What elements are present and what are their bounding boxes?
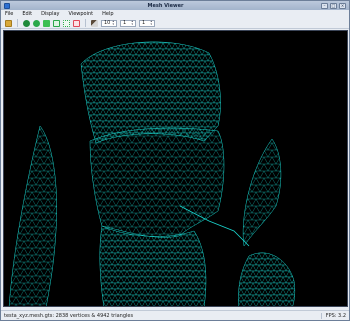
points-icon[interactable] xyxy=(63,19,70,27)
toolbar-separator xyxy=(17,19,18,27)
spinbox-arrows-icon[interactable]: ▴ ▾ xyxy=(112,20,114,26)
menu-display[interactable]: Display xyxy=(41,11,59,17)
spinbox-2[interactable]: 1 ▴ ▾ xyxy=(120,19,136,27)
fps-readout: FPS: 3.2 xyxy=(320,312,346,319)
maximize-button[interactable]: □ xyxy=(330,2,337,9)
spinbox-3[interactable]: 1 ▴ ▾ xyxy=(139,19,155,27)
light-icon[interactable] xyxy=(91,19,98,27)
3d-viewport[interactable] xyxy=(3,30,348,307)
menu-bar: File Edit Display Viewpoint Help xyxy=(1,10,349,18)
solid-shading-icon[interactable] xyxy=(23,19,30,27)
smooth-shading-icon[interactable] xyxy=(33,19,40,27)
status-text: testa_xyz.mesh.gts: 2838 vertices & 4942… xyxy=(4,312,134,319)
app-window: Mesh Viewer – □ × File Edit Display View… xyxy=(0,0,350,321)
close-button[interactable]: × xyxy=(339,2,346,9)
menu-edit[interactable]: Edit xyxy=(22,11,32,17)
reset-icon[interactable] xyxy=(73,19,80,27)
minimize-button[interactable]: – xyxy=(321,2,328,9)
mesh-right xyxy=(242,138,282,247)
status-bar: testa_xyz.mesh.gts: 2838 vertices & 4942… xyxy=(1,310,349,320)
open-folder-icon[interactable] xyxy=(5,19,12,27)
mesh-face xyxy=(89,127,225,238)
mesh-left xyxy=(8,125,57,306)
menu-help[interactable]: Help xyxy=(102,11,113,17)
menu-viewpoint[interactable]: Viewpoint xyxy=(69,11,94,17)
mesh-bottom-right xyxy=(238,252,296,306)
mesh-crown xyxy=(80,41,221,144)
wireframe-icon[interactable] xyxy=(53,19,60,27)
spinbox-arrows-icon[interactable]: ▴ ▾ xyxy=(150,20,152,26)
window-title: Mesh Viewer xyxy=(147,2,184,9)
spinbox-arrows-icon[interactable]: ▴ ▾ xyxy=(131,20,133,26)
spinbox-2-value: 1 xyxy=(123,20,127,26)
title-bar[interactable]: Mesh Viewer – □ × xyxy=(1,1,349,10)
toolbar: 10 ▴ ▾ 1 ▴ ▾ 1 ▴ ▾ xyxy=(1,18,349,29)
spinbox-1-value: 10 xyxy=(104,20,111,26)
flat-shading-icon[interactable] xyxy=(43,19,50,27)
spinbox-3-value: 1 xyxy=(142,20,146,26)
wireframe-mesh xyxy=(8,41,296,306)
toolbar-separator xyxy=(85,19,86,27)
window-controls: – □ × xyxy=(321,2,346,9)
mesh-chin xyxy=(99,225,207,306)
menu-file[interactable]: File xyxy=(5,11,13,17)
spinbox-1[interactable]: 10 ▴ ▾ xyxy=(101,19,117,27)
